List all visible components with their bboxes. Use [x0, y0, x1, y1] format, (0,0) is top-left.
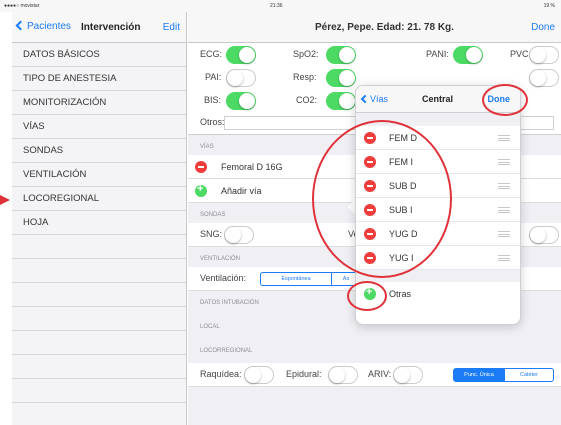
sonda-other-toggle[interactable]	[529, 226, 559, 244]
list-item	[12, 355, 186, 379]
bis-label: BIS:	[204, 95, 222, 105]
pai-toggle[interactable]	[226, 69, 256, 87]
back-label: Pacientes	[27, 21, 71, 32]
pani-toggle[interactable]	[453, 46, 483, 64]
spo2-label: SpO2:	[293, 49, 319, 59]
add-otras-label: Otras	[389, 289, 412, 299]
back-button-pacientes[interactable]: Pacientes	[14, 20, 71, 32]
popover-back-label: Vías	[370, 94, 389, 104]
locorregional-row: Raquídea: Epidural: ARIV: Punc. Única Ca…	[188, 363, 561, 387]
master-panel: Pacientes Intervención Edit DATOS BÁSICO…	[12, 12, 187, 425]
extra-toggle[interactable]	[529, 69, 559, 87]
edit-button[interactable]: Edit	[163, 22, 180, 33]
pvc-label: PVC:	[510, 49, 532, 59]
menu-item-monitorizacion[interactable]: MONITORIZACIÓN	[12, 91, 186, 115]
detail-nav-bar: Pérez, Pepe. Edad: 21. 78 Kg. Done	[188, 12, 561, 43]
raquidea-label: Raquídea:	[200, 369, 242, 379]
add-via-label: Añadir vía	[221, 186, 262, 196]
delete-icon[interactable]	[195, 161, 207, 173]
menu-item-tipo-anestesia[interactable]: TIPO DE ANESTESIA	[12, 67, 186, 91]
ariv-label: ARIV:	[368, 369, 392, 379]
list-item	[12, 259, 186, 283]
resp-toggle[interactable]	[326, 69, 356, 87]
list-item	[12, 283, 186, 307]
monitor-row: ECG: SpO2: PANI: PVC:	[188, 43, 561, 66]
sng-label: SNG:	[200, 229, 223, 239]
done-button[interactable]: Done	[531, 22, 555, 33]
menu-item-vias[interactable]: VÍAS	[12, 115, 186, 139]
pani-label: PANI:	[426, 49, 449, 59]
raquidea-toggle[interactable]	[244, 366, 274, 384]
resp-label: Resp:	[293, 72, 317, 82]
list-item	[12, 235, 186, 259]
annotation-circle-done	[482, 84, 528, 116]
ecg-label: ECG:	[200, 49, 223, 59]
ecg-toggle[interactable]	[226, 46, 256, 64]
menu-item-hoja[interactable]: HOJA	[12, 211, 186, 235]
bis-toggle[interactable]	[226, 92, 256, 110]
popover-back-button[interactable]: Vías	[360, 94, 389, 104]
status-bar: ●●●●○ movistar 21:36 19 %	[0, 0, 561, 12]
menu-item-ventilacion[interactable]: VENTILACIÓN	[12, 163, 186, 187]
list-item	[12, 403, 186, 425]
spo2-toggle[interactable]	[326, 46, 356, 64]
epidural-label: Epidural:	[286, 369, 322, 379]
ventilacion-label: Ventilación:	[200, 273, 247, 283]
co2-label: CO2:	[296, 95, 318, 105]
menu-item-datos-basicos[interactable]: DATOS BÁSICOS	[12, 43, 186, 67]
segment-cateter[interactable]: Catéter	[504, 368, 554, 382]
list-item	[12, 331, 186, 355]
menu-item-sondas[interactable]: SONDAS	[12, 139, 186, 163]
annotation-ellipse-list	[312, 120, 452, 278]
segment-puncion-unica[interactable]: Punc. Única	[453, 368, 505, 382]
co2-toggle[interactable]	[326, 92, 356, 110]
list-item	[12, 307, 186, 331]
reorder-icon[interactable]	[498, 207, 510, 213]
reorder-icon[interactable]	[498, 231, 510, 237]
master-nav-bar: Pacientes Intervención Edit	[12, 12, 186, 43]
pvc-toggle[interactable]	[529, 46, 559, 64]
annotation-circle-add	[347, 281, 387, 311]
otros-label: Otros:	[200, 117, 225, 127]
via-label: Femoral D 16G	[221, 162, 283, 172]
master-title: Intervención	[81, 22, 141, 33]
menu-item-locoregional[interactable]: LOCOREGIONAL	[12, 187, 186, 211]
reorder-icon[interactable]	[498, 159, 510, 165]
segment-espontanea[interactable]: Espontánea	[260, 272, 332, 286]
carrier-label: ●●●●○ movistar	[4, 3, 40, 9]
reorder-icon[interactable]	[498, 255, 510, 261]
clock: 21:36	[270, 3, 283, 9]
ariv-toggle[interactable]	[393, 366, 423, 384]
reorder-icon[interactable]	[498, 183, 510, 189]
list-item	[12, 379, 186, 403]
popover-title: Central	[422, 94, 454, 104]
battery-label: 19 %	[543, 3, 555, 9]
chevron-left-icon	[15, 20, 26, 31]
section-header-locorregional: LOCORREGIONAL	[200, 348, 253, 354]
chevron-left-icon	[360, 94, 370, 104]
epidural-toggle[interactable]	[328, 366, 358, 384]
pai-label: PAI:	[205, 72, 222, 82]
add-icon[interactable]	[195, 183, 207, 197]
reorder-icon[interactable]	[498, 135, 510, 141]
patient-title: Pérez, Pepe. Edad: 21. 78 Kg.	[315, 22, 454, 33]
annotation-arrow-icon	[0, 195, 10, 205]
sng-toggle[interactable]	[224, 226, 254, 244]
